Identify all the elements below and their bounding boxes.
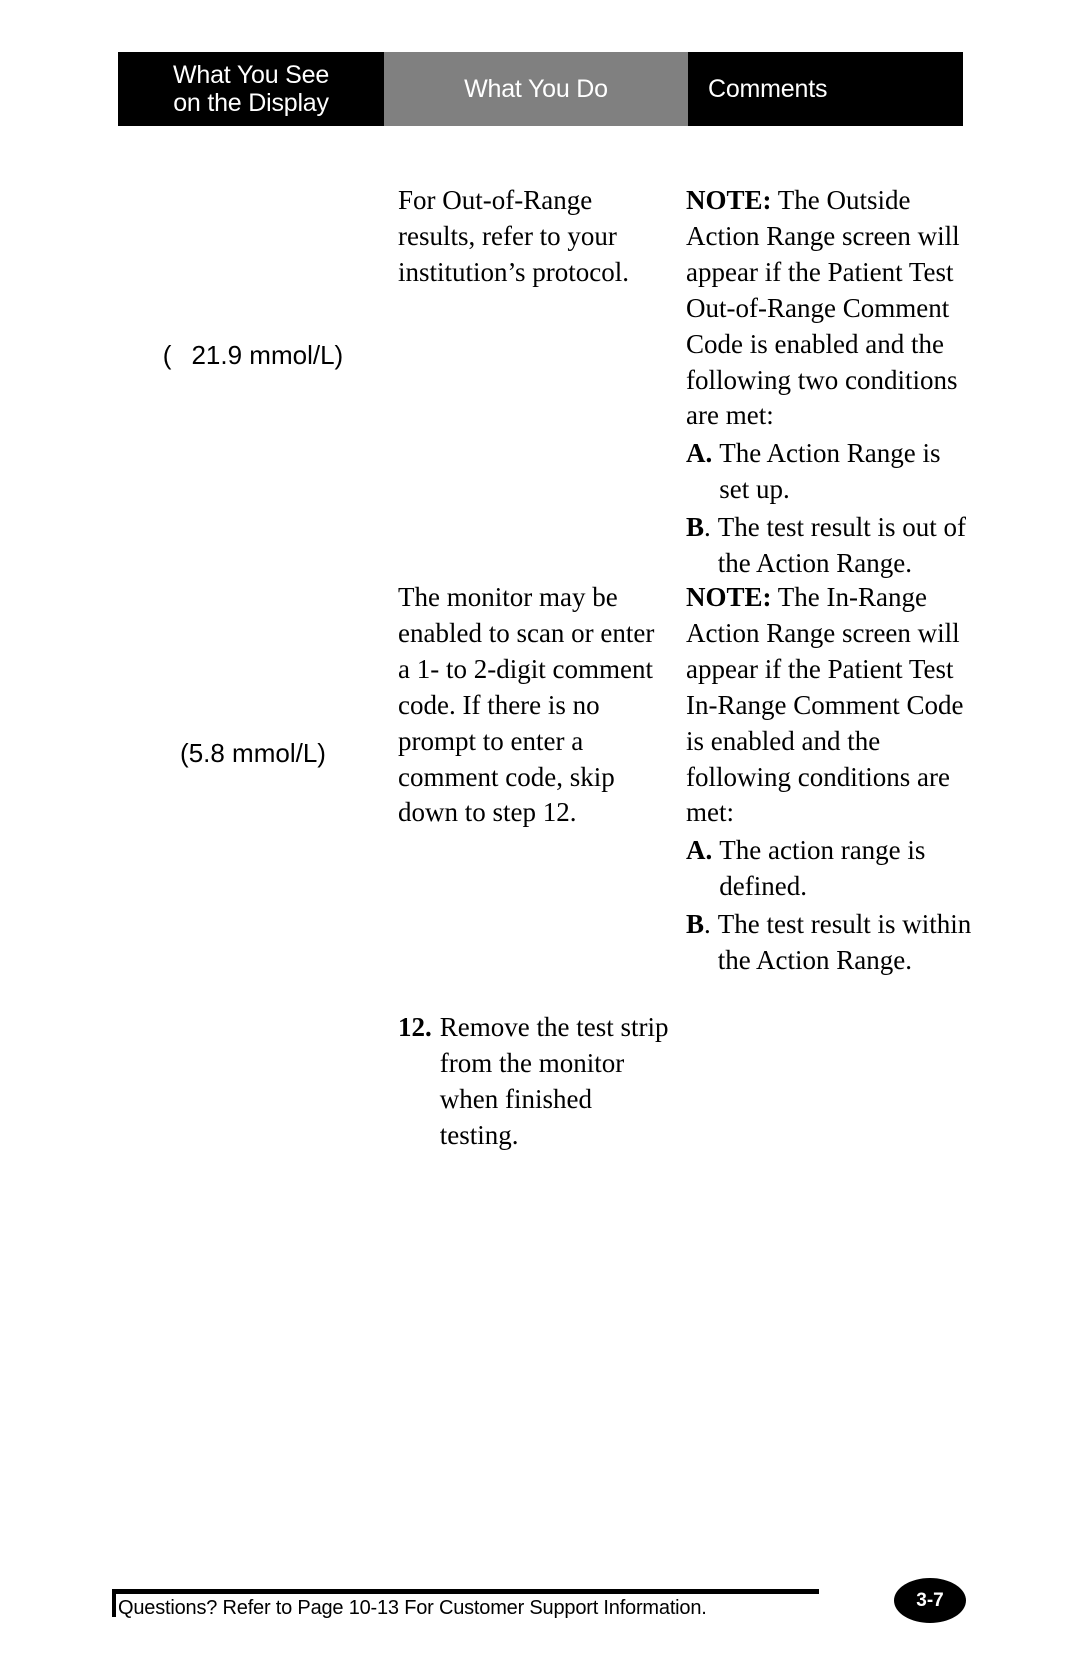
- row-2-condition-a-text: The action range is defined.: [719, 835, 926, 902]
- row-1-note-text: The Outside Action Range screen will app…: [686, 185, 960, 431]
- step-12-block: 12. Remove the test strip from the monit…: [398, 1010, 670, 1154]
- row-2-what-you-do: The monitor may be enabled to scan or en…: [398, 582, 655, 828]
- row-1-condition-a-text: The Action Range is set up.: [719, 438, 941, 505]
- row-1-note-label: NOTE:: [686, 185, 772, 215]
- column-header-display: What You See on the Display: [118, 52, 384, 126]
- table-header-band: What You See on the Display What You Do …: [118, 52, 963, 126]
- step-12-text: Remove the test strip from the monitor w…: [439, 1012, 669, 1150]
- row-2-condition-b: B. The test result is within the Action …: [686, 907, 972, 979]
- footer-divider: [112, 1589, 819, 1594]
- footer-support-text: Questions? Refer to Page 10-13 For Custo…: [118, 1597, 707, 1619]
- column-header-display-line2: on the Display: [173, 89, 329, 117]
- column-header-comments: Comments: [688, 52, 963, 126]
- row-1-what-you-do: For Out-of-Range results, refer to your …: [398, 185, 630, 287]
- row-2-note-text: The In-Range Action Range screen will ap…: [686, 582, 964, 828]
- row-2-conditions-list: A. The action range is defined. B. The t…: [686, 833, 972, 979]
- column-header-display-line1: What You See: [172, 61, 330, 89]
- row-2-condition-a: A. The action range is defined.: [686, 833, 972, 905]
- row-2-note-label: NOTE:: [686, 582, 772, 612]
- row-2-condition-b-punct: .: [704, 909, 711, 940]
- row-1-condition-b: B. The test result is out of the Action …: [686, 510, 972, 582]
- row-1-condition-b-punct: .: [704, 512, 711, 543]
- row-1-display-paren: (: [162, 340, 172, 370]
- row-2-note-paragraph: NOTE: The In-Range Action Range screen w…: [686, 580, 972, 831]
- row-2-condition-a-marker: A.: [686, 835, 713, 866]
- row-2-condition-b-marker: B.: [686, 907, 711, 943]
- row-1-condition-b-text: The test result is out of the Action Ran…: [717, 512, 966, 579]
- manual-page: What You See on the Display What You Do …: [0, 0, 1080, 1669]
- row-2-comments: NOTE: The In-Range Action Range screen w…: [686, 580, 972, 979]
- row-1-condition-b-letter: B: [686, 512, 705, 543]
- page-number-badge: 3-7: [894, 1578, 966, 1623]
- row-2-condition-b-letter: B: [686, 909, 705, 940]
- column-header-what-you-do: What You Do: [384, 52, 688, 126]
- page-number: 3-7: [916, 1589, 944, 1611]
- row-1-display-reading: 21.9 mmol/L): [191, 340, 344, 370]
- row-2-condition-b-text: The test result is within the Action Ran…: [717, 909, 972, 976]
- row-2-display-value: (5.8 mmol/L): [180, 738, 326, 768]
- step-12: 12. Remove the test strip from the monit…: [398, 1010, 670, 1154]
- row-1-condition-a-marker: A.: [686, 438, 713, 469]
- row-1-condition-b-marker: B.: [686, 510, 711, 546]
- row-1-condition-a: A. The Action Range is set up.: [686, 436, 972, 508]
- row-1-comments: NOTE: The Outside Action Range screen wi…: [686, 183, 972, 582]
- row-1-note-paragraph: NOTE: The Outside Action Range screen wi…: [686, 183, 972, 434]
- row-1-display-value: (21.9 mmol/L): [118, 340, 388, 371]
- row-1-conditions-list: A. The Action Range is set up. B. The te…: [686, 436, 972, 582]
- step-12-number: 12.: [398, 1012, 432, 1042]
- footer-tick-mark: [112, 1589, 116, 1617]
